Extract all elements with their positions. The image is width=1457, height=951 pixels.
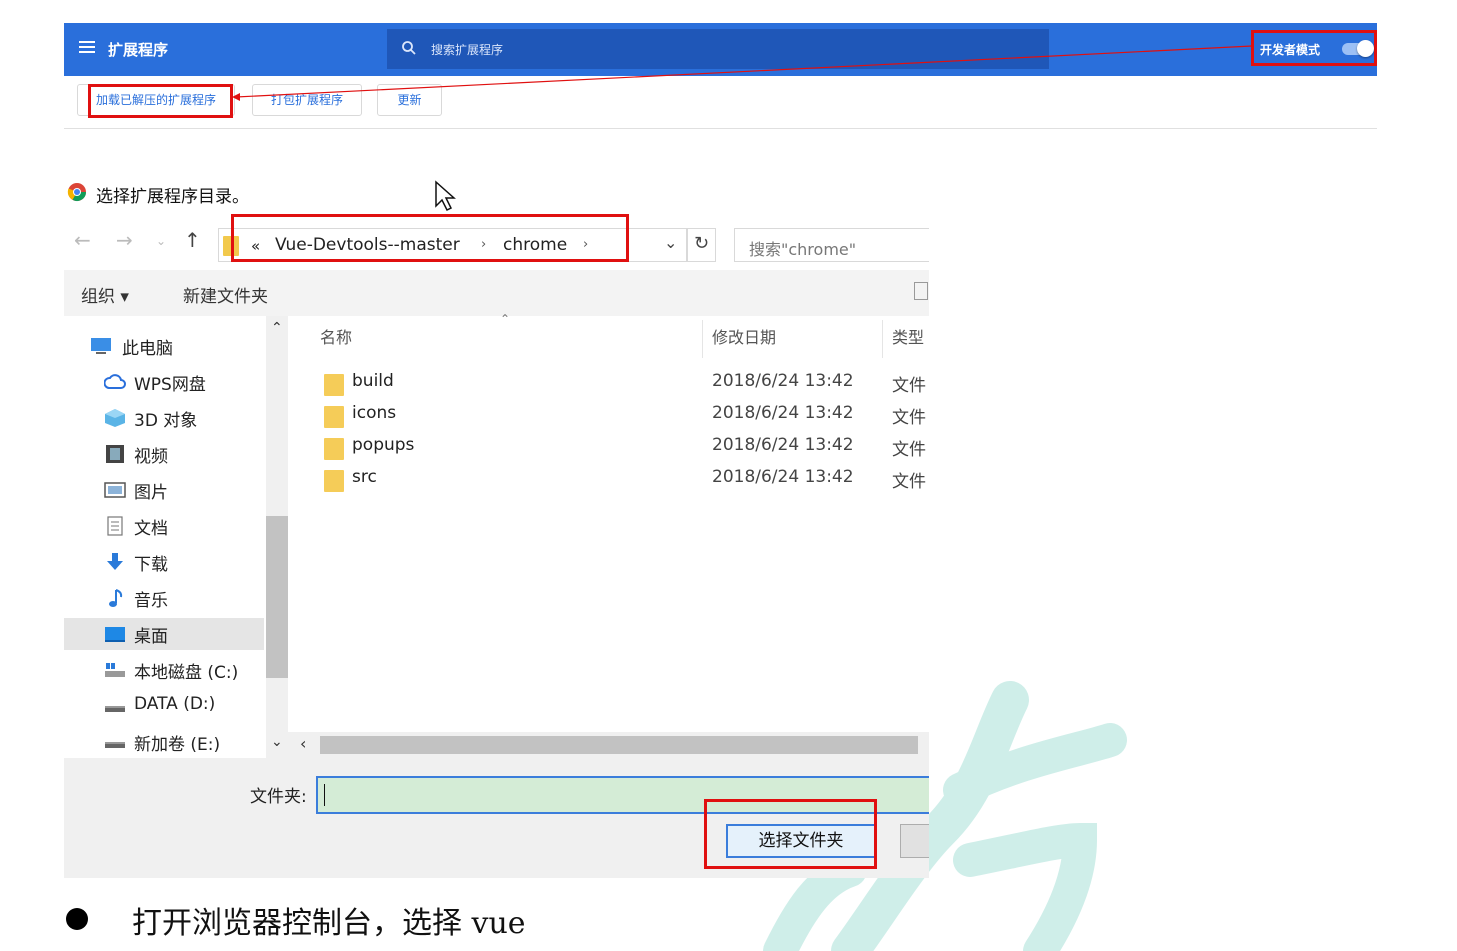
bullet-point <box>66 908 88 930</box>
column-header-type[interactable]: 类型 <box>892 324 924 348</box>
forward-arrow-icon[interactable]: → <box>116 228 133 252</box>
refresh-icon[interactable]: ↻ <box>686 228 716 262</box>
file-list-scrollbar[interactable]: ‹ <box>288 732 929 758</box>
file-name: build <box>352 371 394 391</box>
table-row[interactable]: icons 2018/6/24 13:42 文件 <box>288 400 929 432</box>
desktop-icon <box>105 627 125 642</box>
folder-search-placeholder: 搜索"chrome" <box>749 240 857 259</box>
dialog-title: 选择扩展程序目录。 <box>96 187 249 207</box>
nav-item-wps-cloud[interactable]: WPS网盘 <box>64 366 264 398</box>
table-row[interactable]: popups 2018/6/24 13:42 文件 <box>288 432 929 464</box>
file-date: 2018/6/24 13:42 <box>712 435 854 455</box>
column-header-date[interactable]: 修改日期 <box>712 324 776 348</box>
file-name: popups <box>352 435 415 455</box>
folder-search-input[interactable]: 搜索"chrome" <box>734 228 929 262</box>
nav-label: 3D 对象 <box>134 411 198 431</box>
folder-icon <box>324 438 344 460</box>
nav-item-music[interactable]: 音乐 <box>64 582 264 614</box>
nav-label: WPS网盘 <box>134 375 206 395</box>
chevron-down-icon: ⌄ <box>664 233 678 252</box>
nav-item-documents[interactable]: 文档 <box>64 510 264 542</box>
view-options-icon[interactable] <box>914 282 928 300</box>
table-row[interactable]: build 2018/6/24 13:42 文件 <box>288 368 929 400</box>
drive-icon <box>105 742 125 748</box>
command-bar: 组织 ▾ 新建文件夹 <box>64 270 929 316</box>
video-icon <box>106 445 124 463</box>
nav-label: 桌面 <box>134 627 168 647</box>
nav-item-drive-d[interactable]: DATA (D:) <box>64 690 264 722</box>
nav-label: 文档 <box>134 519 168 539</box>
folder-field-label: 文件夹: <box>250 787 307 807</box>
nav-item-pictures[interactable]: 图片 <box>64 474 264 506</box>
scroll-up-icon[interactable]: ⌃ <box>271 320 283 336</box>
file-type: 文件 <box>892 376 926 396</box>
music-icon <box>109 589 123 607</box>
nav-label: 图片 <box>134 483 168 503</box>
nav-item-this-pc[interactable]: 此电脑 <box>64 330 264 362</box>
recent-dropdown-icon[interactable]: ⌄ <box>156 234 166 248</box>
instruction-text: 打开浏览器控制台，选择 vue <box>132 906 526 941</box>
up-arrow-icon[interactable]: ↑ <box>184 228 201 252</box>
document-icon <box>107 516 123 536</box>
download-icon <box>107 553 123 570</box>
file-name: src <box>352 467 377 487</box>
file-date: 2018/6/24 13:42 <box>712 371 854 391</box>
column-header-name[interactable]: 名称 <box>320 324 352 348</box>
nav-label: 本地磁盘 (C:) <box>134 663 239 683</box>
nav-label: 音乐 <box>134 591 168 611</box>
annotation-arrow <box>232 45 1253 101</box>
scroll-thumb[interactable] <box>320 736 918 754</box>
nav-item-desktop[interactable]: 桌面 <box>64 618 264 650</box>
cube-icon <box>105 409 125 427</box>
column-divider <box>882 320 883 358</box>
table-row[interactable]: src 2018/6/24 13:42 文件 <box>288 464 929 496</box>
text-caret <box>324 784 325 806</box>
breadcrumb-highlight <box>231 214 629 262</box>
cancel-button[interactable] <box>900 824 929 858</box>
scroll-thumb[interactable] <box>266 516 288 678</box>
select-folder-highlight <box>704 799 877 869</box>
folder-icon <box>324 470 344 492</box>
back-arrow-icon[interactable]: ← <box>74 228 91 252</box>
sort-ascending-icon: ⌃ <box>500 312 511 326</box>
nav-label: 新加卷 (E:) <box>134 735 221 755</box>
nav-item-drive-c[interactable]: 本地磁盘 (C:) <box>64 654 264 686</box>
cloud-icon <box>104 374 126 389</box>
navigation-scrollbar[interactable]: ⌃ ⌄ <box>266 316 288 758</box>
navigation-pane: 此电脑 WPS网盘 3D 对象 视频 图片 文档 下载 音乐 桌面 本地磁盘 (… <box>64 316 288 758</box>
file-date: 2018/6/24 13:42 <box>712 467 854 487</box>
scroll-down-icon[interactable]: ⌄ <box>271 734 283 750</box>
drive-icon <box>105 706 125 712</box>
nav-item-downloads[interactable]: 下载 <box>64 546 264 578</box>
nav-label: DATA (D:) <box>134 694 216 714</box>
nav-label: 下载 <box>134 555 168 575</box>
file-date: 2018/6/24 13:42 <box>712 403 854 423</box>
column-divider <box>702 320 703 358</box>
file-type: 文件 <box>892 440 926 460</box>
file-type: 文件 <box>892 472 926 492</box>
nav-item-3d-objects[interactable]: 3D 对象 <box>64 402 264 434</box>
file-name: icons <box>352 403 397 423</box>
nav-item-drive-e[interactable]: 新加卷 (E:) <box>64 726 264 758</box>
file-type: 文件 <box>892 408 926 428</box>
disk-icon <box>105 663 125 677</box>
new-folder-button[interactable]: 新建文件夹 <box>183 282 268 307</box>
scroll-left-icon[interactable]: ‹ <box>300 734 306 753</box>
file-list: ⌃ 名称 修改日期 类型 build 2018/6/24 13:42 文件 ic… <box>288 312 929 758</box>
picture-icon <box>104 482 126 498</box>
nav-label: 此电脑 <box>122 339 173 359</box>
folder-icon <box>324 406 344 428</box>
cursor-icon <box>435 180 456 212</box>
folder-icon <box>324 374 344 396</box>
nav-item-videos[interactable]: 视频 <box>64 438 264 470</box>
nav-label: 视频 <box>134 447 168 467</box>
organize-menu[interactable]: 组织 ▾ <box>81 282 129 307</box>
chrome-logo-icon <box>67 183 86 202</box>
computer-icon <box>91 338 111 354</box>
folder-picker-dialog: 选择扩展程序目录。 ← → ⌄ ↑ « Vue-Devtools--master… <box>64 170 929 878</box>
